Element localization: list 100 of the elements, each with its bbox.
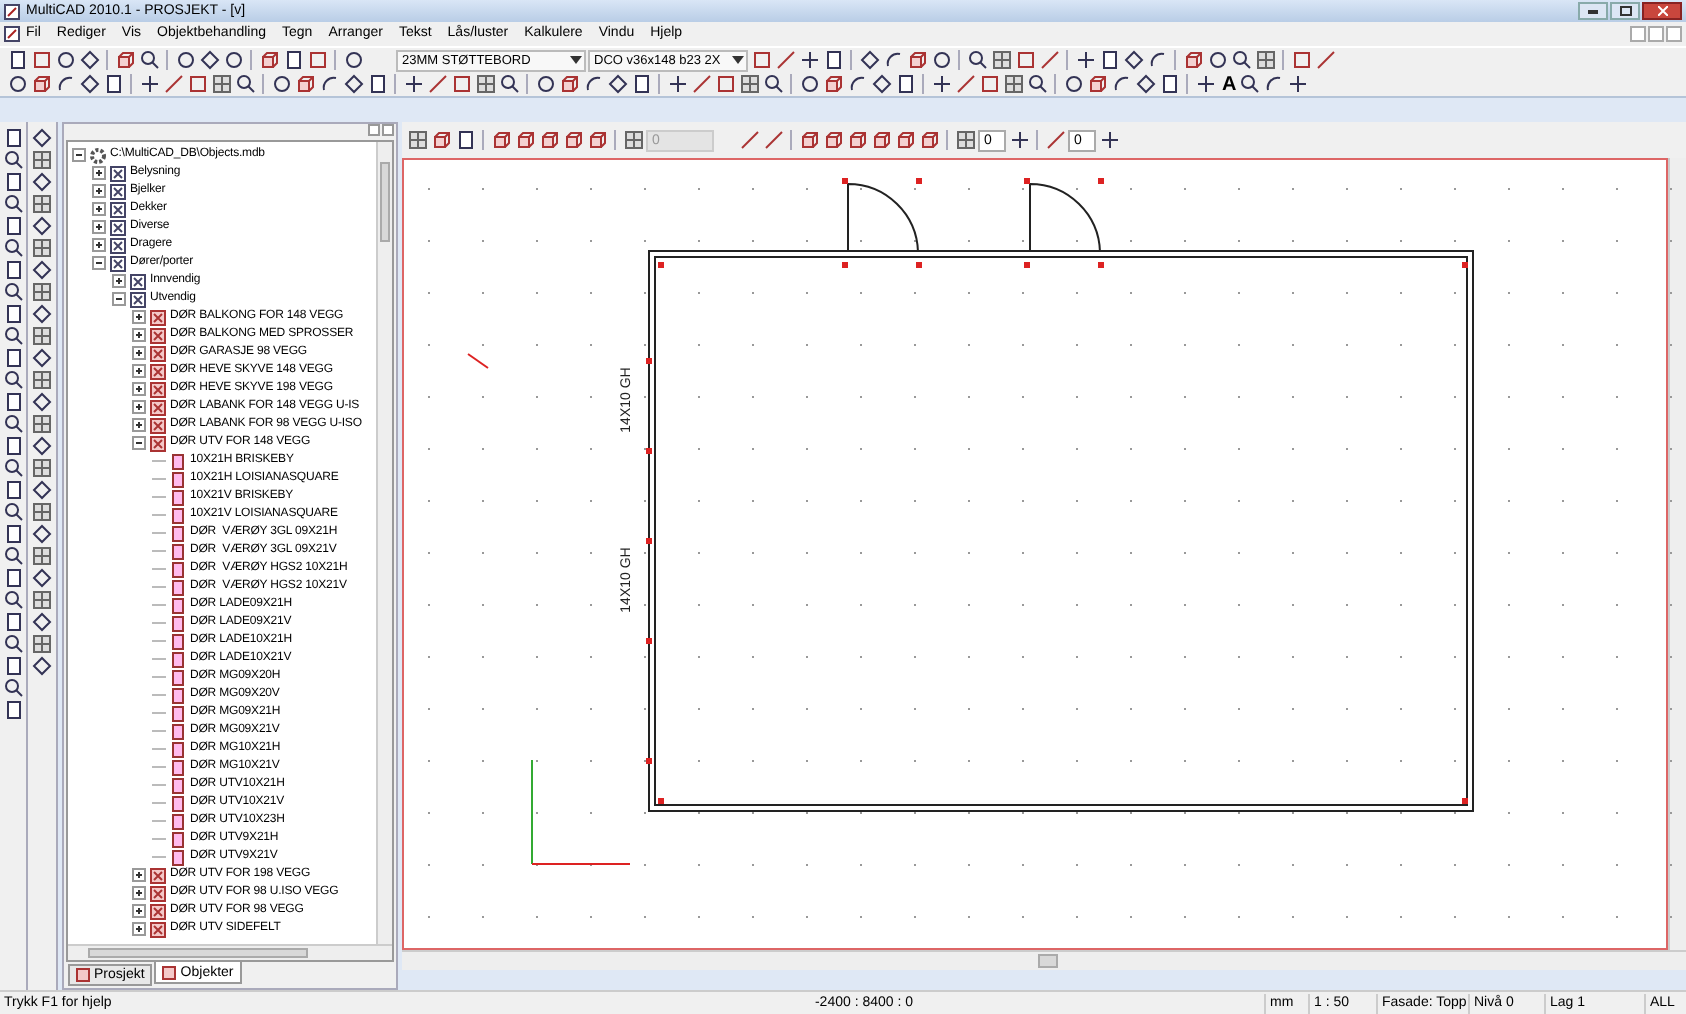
toolbar-button[interactable] [954, 129, 976, 151]
grip-marker[interactable] [658, 798, 664, 804]
grip-marker[interactable] [646, 448, 652, 454]
toolbar-button[interactable] [31, 654, 53, 676]
toolbar-button[interactable] [31, 302, 53, 324]
toolbar-button[interactable] [366, 73, 388, 95]
toolbar-button[interactable] [822, 129, 844, 151]
toolbar-button[interactable] [234, 73, 256, 95]
collapse-icon[interactable] [72, 148, 86, 162]
toolbar-button[interactable] [690, 73, 712, 95]
toolbar-button[interactable] [558, 73, 580, 95]
toolbar-button[interactable] [2, 324, 24, 346]
grip-marker[interactable] [842, 262, 848, 268]
horizontal-scrollbar[interactable] [68, 944, 392, 960]
toolbar-button[interactable] [562, 129, 584, 151]
maximize-button[interactable] [1610, 2, 1640, 20]
toolbar-button[interactable] [31, 588, 53, 610]
toolbar-button[interactable] [1062, 73, 1084, 95]
vertical-scrollbar[interactable] [376, 142, 392, 944]
toolbar-button[interactable] [174, 49, 196, 71]
toolbar-button[interactable] [858, 49, 880, 71]
toolbar-button[interactable] [1146, 49, 1168, 71]
toolbar-button[interactable] [538, 129, 560, 151]
grip-marker[interactable] [842, 178, 848, 184]
toolbar-button[interactable] [894, 73, 916, 95]
toolbar-button[interactable] [1286, 73, 1309, 95]
toolbar-button[interactable] [622, 129, 644, 151]
toolbar-button[interactable] [798, 73, 820, 95]
toolbar-button[interactable] [990, 49, 1012, 71]
expand-icon[interactable] [132, 310, 146, 324]
toolbar-button[interactable] [31, 258, 53, 280]
toolbar-button[interactable] [30, 49, 52, 71]
toolbar-button[interactable] [31, 368, 53, 390]
grip-marker[interactable] [1098, 178, 1104, 184]
toolbar-button[interactable] [2, 610, 24, 632]
toolbar-button[interactable] [762, 73, 784, 95]
toolbar-button[interactable] [822, 73, 844, 95]
toolbar-button[interactable] [954, 73, 976, 95]
toolbar-button[interactable] [6, 73, 28, 95]
toolbar-button[interactable] [870, 129, 892, 151]
toolbar-button[interactable] [738, 129, 760, 151]
toolbar-button[interactable] [1254, 49, 1276, 71]
toolbar-button[interactable] [294, 73, 316, 95]
expand-icon[interactable] [132, 400, 146, 414]
toolbar-button[interactable] [31, 390, 53, 412]
minimize-button[interactable] [1578, 2, 1608, 20]
toolbar-button[interactable] [186, 73, 208, 95]
collapse-icon[interactable] [92, 256, 106, 270]
expand-icon[interactable] [132, 922, 146, 936]
toolbar-button[interactable] [1074, 49, 1096, 71]
grip-marker[interactable] [646, 358, 652, 364]
toolbar-button[interactable] [31, 456, 53, 478]
toolbar-button[interactable] [318, 73, 340, 95]
toolbar-button[interactable] [798, 49, 820, 71]
horizontal-scrollbar[interactable] [402, 950, 1686, 970]
expand-icon[interactable] [132, 904, 146, 918]
collapse-icon[interactable] [132, 436, 146, 450]
toolbar-button[interactable] [1098, 49, 1120, 71]
toolbar-button[interactable] [1262, 73, 1285, 95]
expand-icon[interactable] [132, 382, 146, 396]
expand-icon[interactable] [132, 868, 146, 882]
toolbar-button[interactable] [894, 129, 916, 151]
toolbar-button[interactable] [1134, 73, 1156, 95]
toolbar-button[interactable] [1230, 49, 1252, 71]
expand-icon[interactable] [92, 202, 106, 216]
expand-icon[interactable] [92, 238, 106, 252]
toolbar-button[interactable] [1110, 73, 1132, 95]
grip-marker[interactable] [658, 262, 664, 268]
toolbar-button[interactable] [714, 73, 736, 95]
toolbar-button[interactable] [918, 129, 940, 151]
toolbar-button[interactable] [430, 129, 452, 151]
toolbar-button[interactable] [1238, 73, 1261, 95]
toolbar-button[interactable] [31, 500, 53, 522]
toolbar-button[interactable] [198, 49, 220, 71]
toolbar-button[interactable] [31, 280, 53, 302]
toolbar-button[interactable] [750, 49, 772, 71]
toolbar-button[interactable] [738, 73, 760, 95]
toolbar-button[interactable] [31, 632, 53, 654]
grip-marker[interactable] [1098, 262, 1104, 268]
toolbar-button[interactable] [31, 566, 53, 588]
grip-marker[interactable] [646, 758, 652, 764]
toolbar-button[interactable] [54, 49, 76, 71]
toolbar-button[interactable] [846, 73, 868, 95]
toolbar-button[interactable] [534, 73, 556, 95]
toolbar-button[interactable] [1008, 129, 1030, 151]
toolbar-button[interactable] [258, 49, 280, 71]
toolbar-button[interactable] [966, 49, 988, 71]
toolbar-button[interactable] [1038, 49, 1060, 71]
toolbar-button[interactable] [138, 49, 160, 71]
text-tool-button[interactable]: A [1222, 73, 1237, 95]
toolbar-button[interactable] [2, 368, 24, 390]
toolbar-button[interactable] [1122, 49, 1144, 71]
toolbar-button[interactable] [762, 129, 784, 151]
toolbar-button[interactable] [1098, 129, 1120, 151]
expand-icon[interactable] [92, 166, 106, 180]
toolbar-button[interactable] [31, 214, 53, 236]
toolbar-button[interactable] [1044, 129, 1066, 151]
toolbar-button[interactable] [1026, 73, 1048, 95]
toolbar-button[interactable] [406, 129, 428, 151]
pin-button[interactable] [368, 124, 380, 136]
